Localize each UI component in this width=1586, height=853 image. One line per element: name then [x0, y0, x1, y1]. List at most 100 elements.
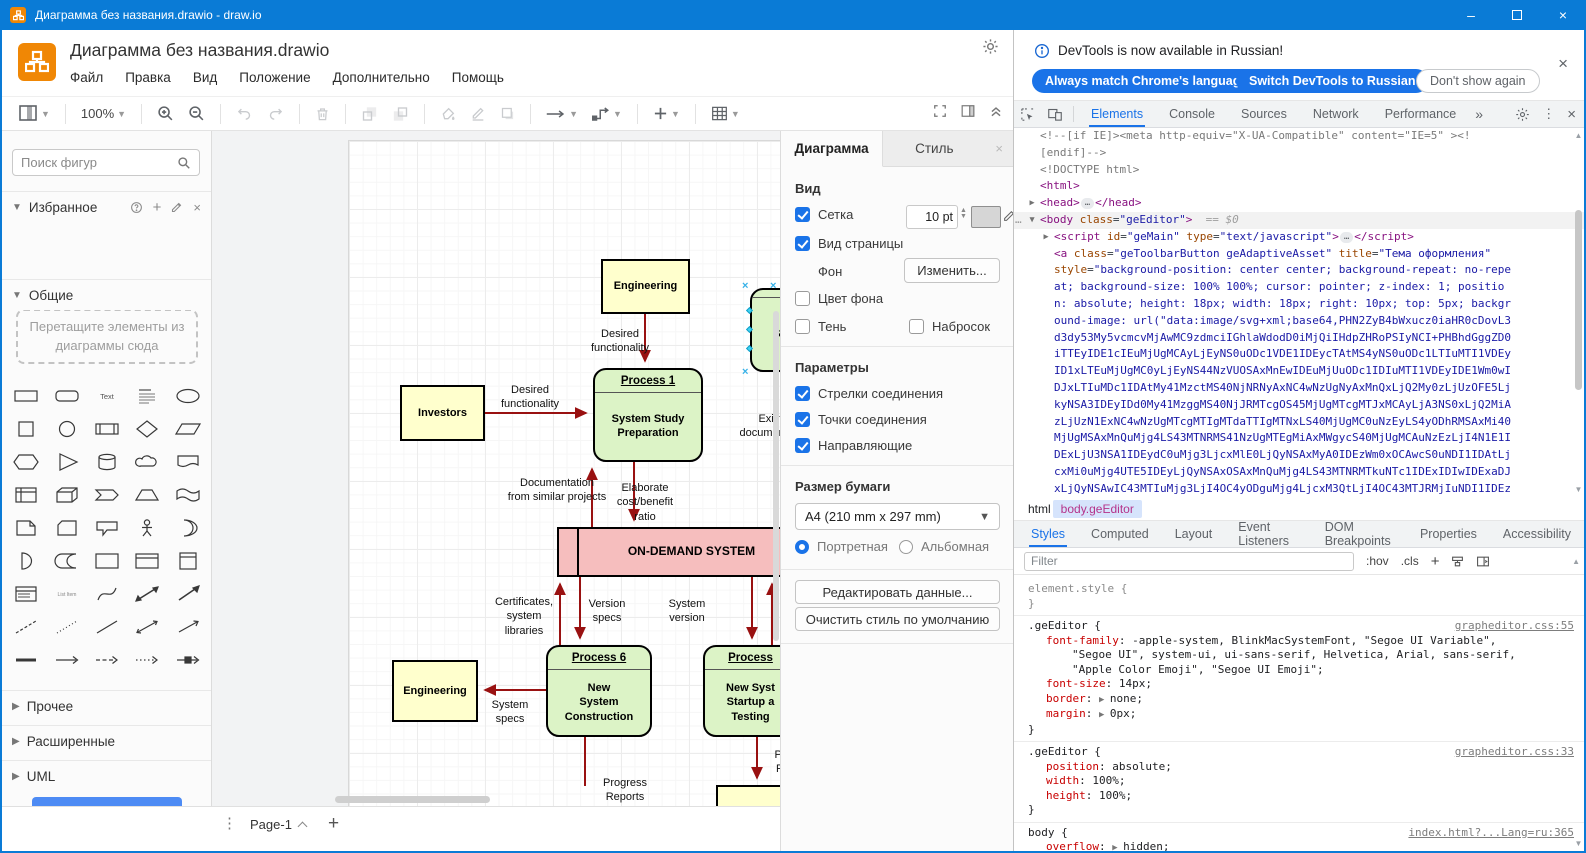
match-language-button[interactable]: Always match Chrome's language [1032, 69, 1261, 93]
redo-button[interactable] [267, 106, 284, 121]
breadcrumb-body[interactable]: body.geEditor [1052, 499, 1142, 518]
to-front-button[interactable] [361, 106, 378, 122]
edge-label[interactable]: Desired functionality [490, 383, 570, 412]
bg-color-checkbox[interactable] [795, 291, 810, 306]
node-on-demand-system[interactable]: ON-DEMAND SYSTEM [557, 527, 780, 577]
zoom-out-button[interactable] [188, 105, 205, 122]
selection-handle[interactable]: × [742, 281, 748, 292]
shape-dashed-line[interactable] [6, 610, 46, 643]
add-icon[interactable]: + [153, 199, 162, 216]
edge-label[interactable]: Pro Re [763, 748, 780, 777]
page-tab[interactable]: Page-1 [250, 817, 308, 832]
shape-text[interactable]: Text [87, 379, 127, 412]
format-panel-toggle[interactable] [961, 104, 975, 123]
devtools-menu-icon[interactable]: ⋮ [1542, 106, 1555, 122]
fullscreen-button[interactable] [933, 104, 947, 123]
device-toolbar-icon[interactable] [1047, 107, 1063, 122]
close-icon[interactable]: × [193, 200, 201, 215]
shape-hexagon[interactable] [6, 445, 46, 478]
to-back-button[interactable] [392, 106, 409, 122]
scroll-up-arrow[interactable]: ▲ [1574, 131, 1583, 140]
shape-arrow[interactable] [168, 610, 208, 643]
sidebar-section-advanced[interactable]: ▶ Расширенные [2, 725, 211, 756]
edge-label[interactable]: Certificates, system libraries [484, 595, 564, 638]
pages-menu-icon[interactable]: ⋮ [222, 814, 237, 832]
collapse-toolbar-button[interactable] [989, 104, 1003, 123]
tab-diagram[interactable]: Диаграмма [781, 131, 884, 167]
portrait-radio-row[interactable]: Портретная [795, 539, 888, 554]
shape-textbox[interactable] [127, 379, 167, 412]
zoom-level[interactable]: 100% ▼ [81, 106, 126, 121]
maximize-button[interactable] [1494, 0, 1540, 30]
devtools-tab-sources[interactable]: Sources [1239, 101, 1289, 127]
close-panel-icon[interactable]: × [985, 131, 1013, 166]
edge-label[interactable]: Existing documentat [717, 412, 780, 441]
dont-show-again-button[interactable]: Don't show again [1416, 69, 1540, 93]
shape-container[interactable] [87, 544, 127, 577]
edge-label[interactable]: System specs [470, 698, 550, 727]
add-page-button[interactable]: + [328, 813, 339, 835]
node-investors[interactable]: Investors [400, 385, 485, 441]
delete-button[interactable] [315, 106, 330, 122]
sidebar-section-general[interactable]: ▼ Общие [2, 279, 211, 310]
undo-button[interactable] [236, 106, 253, 121]
expand-arrow[interactable]: ▶ [1099, 710, 1110, 720]
more-tabs-icon[interactable]: » [1475, 106, 1483, 122]
menu-item-5[interactable]: Дополнительно [333, 70, 430, 85]
computed-sidebar-toggle-icon[interactable] [1476, 555, 1490, 568]
sidebar-section-uml[interactable]: ▶ UML [2, 760, 211, 791]
styles-filter-input[interactable]: Filter [1024, 551, 1354, 571]
waypoints-button[interactable]: ▼ [592, 106, 622, 121]
scroll-up-arrow[interactable]: ▲ [1572, 557, 1580, 566]
cls-toggle[interactable]: .cls [1401, 554, 1419, 568]
shape-dashed-arrow[interactable] [87, 643, 127, 676]
menu-item-6[interactable]: Помощь [452, 70, 504, 85]
edit-pencil-icon[interactable] [171, 201, 183, 213]
shape-cloud[interactable] [127, 445, 167, 478]
menu-item-3[interactable]: Вид [193, 70, 217, 85]
sketch-row[interactable]: Набросок [909, 319, 990, 334]
insert-button[interactable]: ▼ [653, 106, 680, 121]
code-scrollbar[interactable] [1575, 210, 1582, 390]
inspect-element-icon[interactable] [1020, 107, 1035, 122]
canvas-vertical-scrollbar[interactable] [773, 311, 779, 641]
expand-arrow[interactable]: ▼ [1026, 212, 1038, 229]
guides-row[interactable]: Направляющие [795, 438, 912, 453]
switch-to-russian-button[interactable]: Switch DevTools to Russian [1236, 69, 1429, 93]
selection-handle[interactable]: × [770, 281, 776, 292]
shape-cube[interactable] [46, 478, 86, 511]
styles-tab-accessibility[interactable]: Accessibility [1501, 521, 1573, 547]
paper-size-select[interactable]: A4 (210 mm x 297 mm) ▼ [795, 503, 1000, 530]
canvas-horizontal-scrollbar[interactable] [335, 796, 490, 803]
shape-double-arrow[interactable] [127, 610, 167, 643]
menu-item-4[interactable]: Положение [239, 70, 310, 85]
shape-titled-container[interactable] [127, 544, 167, 577]
shape-internal-storage[interactable] [6, 478, 46, 511]
shape-data-storage[interactable] [46, 544, 86, 577]
node-bottom-partial[interactable] [716, 785, 780, 806]
shape-square[interactable] [6, 412, 46, 445]
line-color-button[interactable] [470, 106, 486, 122]
styles-tab-dom-breakpoints[interactable]: DOM Breakpoints [1323, 520, 1396, 548]
shape-and[interactable] [6, 544, 46, 577]
collapsed-content-badge[interactable]: … [1080, 198, 1095, 210]
devtools-tab-elements[interactable]: Elements [1089, 101, 1146, 127]
fill-color-button[interactable] [440, 106, 456, 122]
help-icon[interactable] [130, 201, 143, 214]
scroll-down-arrow[interactable]: ▼ [1574, 485, 1583, 494]
shape-triangle[interactable] [46, 445, 86, 478]
edge-label[interactable]: Documentation from similar projects [487, 476, 627, 505]
shape-parallelogram[interactable] [168, 412, 208, 445]
styles-tab-layout[interactable]: Layout [1173, 521, 1215, 547]
expand-arrow[interactable]: ▶ [1112, 843, 1123, 851]
shadow-row[interactable]: Тень [795, 319, 846, 334]
shape-curve[interactable] [87, 577, 127, 610]
close-button[interactable]: × [1540, 0, 1586, 30]
shape-list[interactable] [6, 577, 46, 610]
theme-toggle-icon[interactable] [982, 38, 999, 60]
shape-dotted-arrow[interactable] [127, 643, 167, 676]
expand-arrow[interactable]: ▶ [1026, 195, 1038, 212]
shape-cylinder[interactable] [87, 445, 127, 478]
expand-arrow[interactable]: ▶ [1099, 695, 1110, 705]
node-engineering-2[interactable]: Engineering [392, 660, 478, 722]
